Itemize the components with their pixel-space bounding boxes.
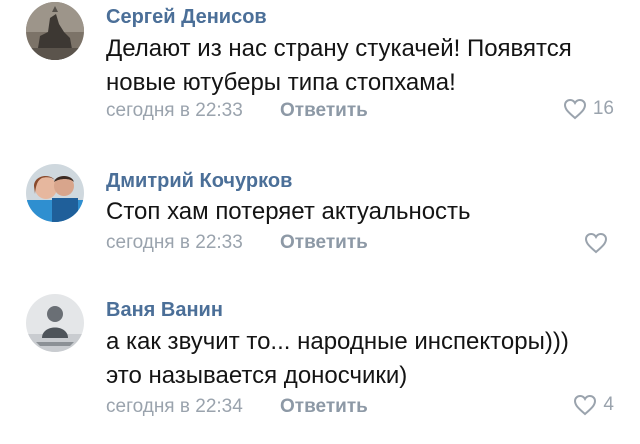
comment-timestamp: сегодня в 22:33 <box>106 100 243 121</box>
avatar[interactable] <box>26 164 84 222</box>
like-button[interactable] <box>584 232 614 254</box>
reply-button[interactable]: Ответить <box>280 100 368 122</box>
comment-text: Делают из нас страну стукачей! Появятся … <box>106 32 626 100</box>
comment-text: а как звучит то... народные инспекторы))… <box>106 325 626 393</box>
reply-button[interactable]: Ответить <box>280 396 368 418</box>
like-count: 4 <box>603 394 614 415</box>
comment-text-line: Стоп хам потеряет актуальность <box>106 198 471 225</box>
comment-author[interactable]: Сергей Денисов <box>106 6 267 29</box>
heart-outline-icon <box>584 232 608 254</box>
reply-button[interactable]: Ответить <box>280 232 368 254</box>
comment-text: Стоп хам потеряет актуальность <box>106 195 626 229</box>
like-count: 16 <box>592 98 614 119</box>
comment-text-line: новые ютуберы типа стопхама! <box>106 69 456 96</box>
heart-outline-icon <box>563 98 586 120</box>
comment-text-line: а как звучит то... народные инспекторы))… <box>106 328 569 355</box>
comment-timestamp: сегодня в 22:33 <box>106 232 243 253</box>
heart-outline-icon <box>574 394 597 416</box>
like-button[interactable]: 16 <box>563 98 614 120</box>
comments-feed: Сергей Денисов Делают из нас страну стук… <box>0 0 640 444</box>
comment-text-line: это называется доносчики) <box>106 362 408 389</box>
comment-author[interactable]: Ваня Ванин <box>106 299 223 322</box>
comment-text-line: Делают из нас страну стукачей! Появятся <box>106 35 572 62</box>
like-button[interactable]: 4 <box>573 394 614 416</box>
avatar[interactable] <box>26 2 84 60</box>
comment-timestamp: сегодня в 22:34 <box>106 396 243 417</box>
comment-author[interactable]: Дмитрий Кочурков <box>106 170 292 193</box>
avatar[interactable] <box>26 294 84 352</box>
